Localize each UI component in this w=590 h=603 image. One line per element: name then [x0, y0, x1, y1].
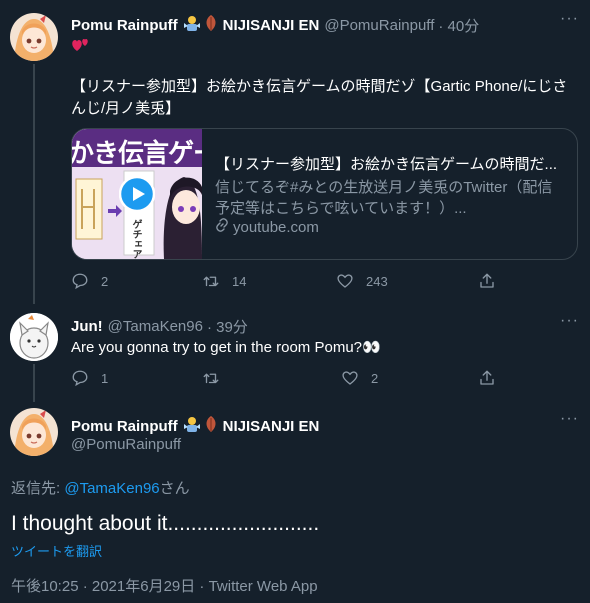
handle[interactable]: @PomuRainpuff [324, 17, 434, 34]
share-icon [480, 370, 494, 385]
reply-context: 返信先: @TamaKen96さん [11, 477, 190, 498]
reply-count: 1 [101, 370, 109, 386]
link-card-description: 信じてるぞ#みとの生放送月ノ美兎のTwitter（配信 予定等はこちらで呟いてい… [215, 177, 565, 219]
link-card[interactable]: かき伝言ゲーム ゲチェア 【リスナー参加型】お絵かき伝言ゲームの時間だ... 信… [71, 128, 578, 260]
heart-icon [337, 274, 353, 288]
avatar[interactable] [10, 313, 58, 361]
description-line: 信じてるぞ#みとの生放送月ノ美兎のTwitter（配信 [215, 179, 553, 196]
leaf-emoji-icon [203, 415, 219, 438]
thread-line [33, 64, 35, 304]
handle[interactable]: @PomuRainpuff [71, 436, 181, 453]
like-count: 243 [366, 273, 388, 289]
avatar[interactable] [10, 408, 58, 456]
share-icon [480, 273, 494, 288]
link-card-thumbnail: かき伝言ゲーム ゲチェア [72, 129, 202, 259]
thumbnail-label: ゲチェア [130, 219, 141, 259]
like-count: 2 [371, 370, 379, 386]
share-button[interactable] [478, 272, 508, 290]
tweet-header: Pomu Rainpuff NIJISANJI EN @PomuRainpuff… [71, 14, 479, 37]
tweet-text-line: 【リスナー参加型】お絵かき伝言ゲームの時間だゾ【Gartic Phone/にじさ [71, 78, 568, 95]
reply-count: 2 [101, 273, 109, 289]
display-name[interactable]: Jun! [71, 318, 103, 335]
retweet-icon [203, 373, 219, 384]
description-line: 予定等はこちらで呟いています！）... [215, 200, 467, 217]
thumbnail-title: かき伝言ゲーム [72, 138, 202, 168]
retweet-icon [203, 276, 219, 287]
translate-link[interactable]: ツイートを翻訳 [11, 541, 102, 560]
link-icon [215, 218, 229, 236]
main-tweet-text: I thought about it......................… [11, 512, 320, 535]
timestamp[interactable]: · 40分 [438, 15, 479, 36]
more-dots-icon[interactable]: ··· [560, 10, 579, 28]
more-dots-icon[interactable]: ··· [560, 312, 579, 330]
more-dots-icon[interactable]: ··· [560, 410, 579, 428]
reply-to-link[interactable]: @TamaKen96 [64, 480, 159, 497]
retweet-button[interactable] [202, 369, 232, 387]
timestamp[interactable]: · 39分 [207, 316, 248, 337]
like-button[interactable]: 243 [336, 272, 388, 290]
reply-button[interactable]: 1 [71, 369, 108, 387]
share-button[interactable] [478, 369, 508, 387]
tweet-timestamp[interactable]: 午後10:25 · 2021年6月29日 · Twitter Web App [11, 575, 318, 596]
heart-icon [342, 371, 358, 385]
tweet-header: Jun! @TamaKen96 · 39分 [71, 316, 248, 337]
retweet-button[interactable]: 14 [202, 272, 246, 290]
avatar[interactable] [10, 13, 58, 61]
tweet-header: Pomu Rainpuff NIJISANJI EN [71, 415, 319, 438]
play-icon[interactable] [118, 175, 156, 217]
handle[interactable]: @TamaKen96 [108, 318, 203, 335]
fairy-emoji-icon [183, 14, 201, 37]
leaf-emoji-icon [203, 14, 219, 37]
thread-line [33, 364, 35, 402]
reply-icon [72, 370, 88, 387]
tweet-text: 【リスナー参加型】お絵かき伝言ゲームの時間だゾ【Gartic Phone/にじさ… [71, 76, 581, 120]
display-name[interactable]: Pomu Rainpuff [71, 17, 178, 34]
fairy-emoji-icon [183, 415, 201, 438]
org-name: NIJISANJI EN [222, 418, 320, 435]
reply-prefix: 返信先: [11, 480, 61, 497]
retweet-count: 14 [232, 273, 247, 289]
reply-icon [72, 273, 88, 290]
heart-emoji-icon [71, 38, 91, 57]
tweet-text: Are you gonna try to get in the room Pom… [71, 339, 381, 356]
reply-suffix: さん [159, 480, 190, 497]
link-card-domain: youtube.com [215, 218, 565, 236]
link-card-title: 【リスナー参加型】お絵かき伝言ゲームの時間だ... [215, 156, 558, 173]
reply-button[interactable]: 2 [71, 272, 108, 290]
like-button[interactable]: 2 [341, 369, 378, 387]
domain-text: youtube.com [233, 218, 319, 236]
tweet-text-line: んじ/月ノ美兎】 [71, 100, 181, 117]
display-name[interactable]: Pomu Rainpuff [71, 418, 178, 435]
org-name: NIJISANJI EN [222, 17, 320, 34]
